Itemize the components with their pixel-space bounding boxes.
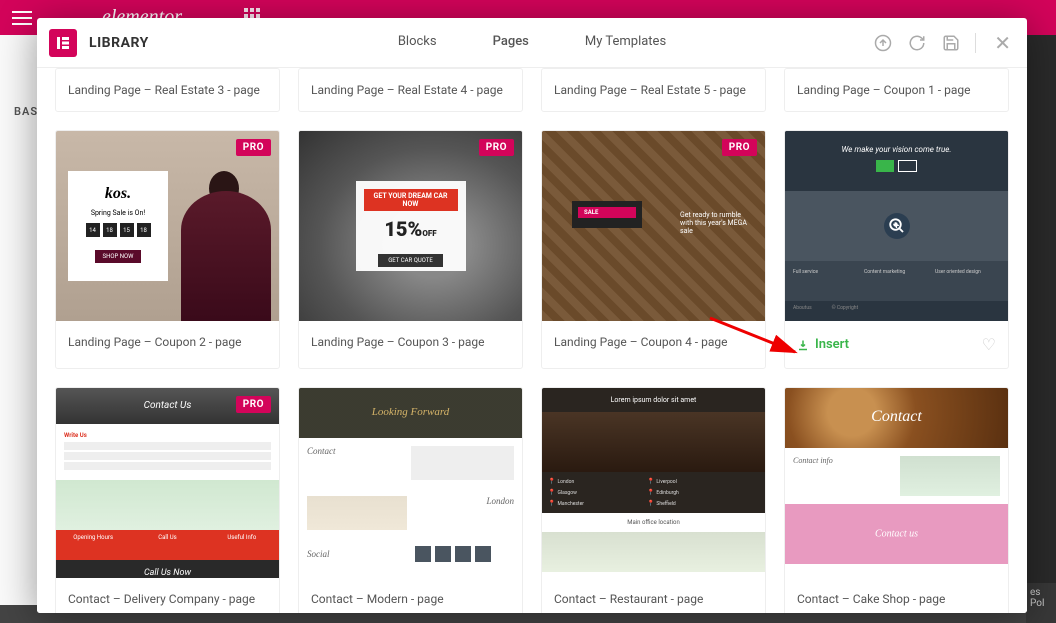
card-title: Landing Page – Real Estate 5 - page xyxy=(554,83,746,97)
card-title: Landing Page – Coupon 2 - page xyxy=(68,335,241,349)
card-title: Landing Page – Real Estate 4 - page xyxy=(311,83,503,97)
template-card[interactable]: Landing Page – Real Estate 5 - page xyxy=(541,68,766,112)
thumbnail: We make your vision come true. Full serv… xyxy=(785,131,1008,321)
sync-icon[interactable] xyxy=(907,33,927,53)
hamburger-icon xyxy=(12,11,32,25)
upload-icon[interactable] xyxy=(873,33,893,53)
card-title: Landing Page – Real Estate 3 - page xyxy=(68,83,260,97)
pro-badge: PRO xyxy=(236,139,271,156)
template-card-hovered[interactable]: We make your vision come true. Full serv… xyxy=(784,130,1009,369)
magnify-icon[interactable] xyxy=(884,213,910,239)
thumbnail: Contact Contact info Contact us xyxy=(785,388,1008,578)
close-icon[interactable]: ✕ xyxy=(990,27,1015,59)
bottom-right: es Pol xyxy=(1026,583,1056,623)
card-title: Landing Page – Coupon 1 - page xyxy=(797,83,970,97)
template-card[interactable]: Contact Us Write Us Opening HoursCall Us… xyxy=(55,387,280,613)
card-title: Contact – Restaurant - page xyxy=(554,592,703,606)
template-card[interactable]: SALE Get ready to rumble with this year'… xyxy=(541,130,766,369)
thumbnail: GET YOUR DREAM CAR NOW 15%OFF GET CAR QU… xyxy=(299,131,522,321)
thumbnail: SALE Get ready to rumble with this year'… xyxy=(542,131,765,321)
thumbnail: kos. Spring Sale is On! 14181518 SHOP NO… xyxy=(56,131,279,321)
modal-header: LIBRARY Blocks Pages My Templates ✕ xyxy=(37,18,1027,68)
pro-badge: PRO xyxy=(722,139,757,156)
template-card[interactable]: Landing Page – Real Estate 4 - page xyxy=(298,68,523,112)
pro-badge: PRO xyxy=(236,396,271,413)
save-icon[interactable] xyxy=(941,33,961,53)
card-title: Landing Page – Coupon 4 - page xyxy=(554,335,727,349)
template-card[interactable]: Landing Page – Coupon 1 - page xyxy=(784,68,1009,112)
library-title: LIBRARY xyxy=(89,35,149,51)
card-title: Landing Page – Coupon 3 - page xyxy=(311,335,484,349)
insert-button[interactable]: Insert xyxy=(797,337,849,352)
template-card[interactable]: GET YOUR DREAM CAR NOW 15%OFF GET CAR QU… xyxy=(298,130,523,369)
thumbnail: Looking Forward Contact London Social xyxy=(299,388,522,578)
modal-body[interactable]: Landing Page – Real Estate 3 - page Land… xyxy=(37,68,1027,613)
template-card[interactable]: kos. Spring Sale is On! 14181518 SHOP NO… xyxy=(55,130,280,369)
template-card[interactable]: Landing Page – Real Estate 3 - page xyxy=(55,68,280,112)
card-title: Contact – Cake Shop - page xyxy=(797,592,945,606)
card-title: Contact – Modern - page xyxy=(311,592,444,606)
favorite-icon[interactable]: ♡ xyxy=(982,335,996,354)
template-card[interactable]: Lorem ipsum dolor sit amet LondonLiverpo… xyxy=(541,387,766,613)
template-card[interactable]: Looking Forward Contact London Social Co… xyxy=(298,387,523,613)
thumbnail: Contact Us Write Us Opening HoursCall Us… xyxy=(56,388,279,578)
library-modal: LIBRARY Blocks Pages My Templates ✕ Land… xyxy=(37,18,1027,613)
pro-badge: PRO xyxy=(479,139,514,156)
elementor-icon xyxy=(49,29,77,57)
card-title: Contact – Delivery Company - page xyxy=(68,592,255,606)
template-card[interactable]: Contact Contact info Contact us Contact … xyxy=(784,387,1009,613)
thumbnail: Lorem ipsum dolor sit amet LondonLiverpo… xyxy=(542,388,765,578)
